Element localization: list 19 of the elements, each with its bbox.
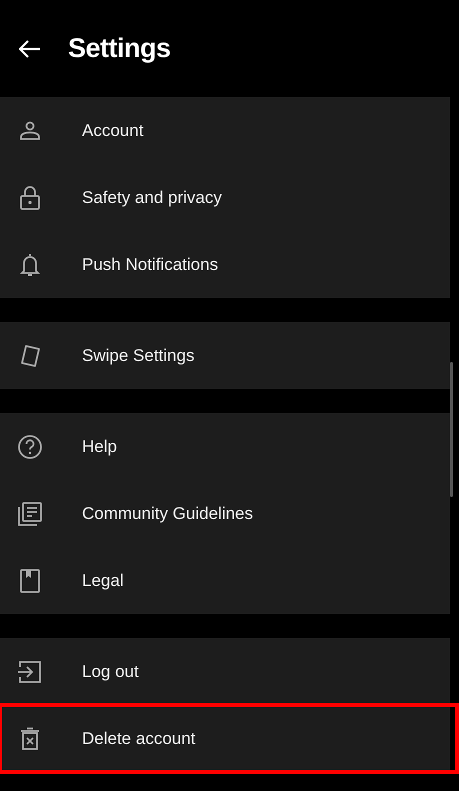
settings-item[interactable]: Help (0, 413, 450, 480)
lock-icon (17, 184, 43, 210)
scrollbar[interactable] (450, 362, 453, 497)
person-icon (17, 120, 43, 142)
logout-icon (17, 660, 43, 684)
settings-item[interactable]: Community Guidelines (0, 480, 450, 547)
settings-item[interactable]: Legal (0, 547, 450, 614)
settings-item[interactable]: Delete account (0, 705, 457, 772)
bookmark-book-icon (17, 568, 43, 594)
settings-item[interactable]: Account (0, 97, 450, 164)
help-icon (17, 434, 43, 460)
settings-item[interactable]: Push Notifications (0, 231, 450, 298)
bell-icon (17, 252, 43, 278)
settings-item[interactable]: Swipe Settings (0, 322, 450, 389)
settings-item[interactable]: Log out (0, 638, 450, 705)
settings-item[interactable]: Safety and privacy (0, 164, 450, 231)
back-icon[interactable] (19, 40, 41, 58)
document-icon (17, 500, 43, 526)
screen-title: Settings (68, 33, 171, 64)
